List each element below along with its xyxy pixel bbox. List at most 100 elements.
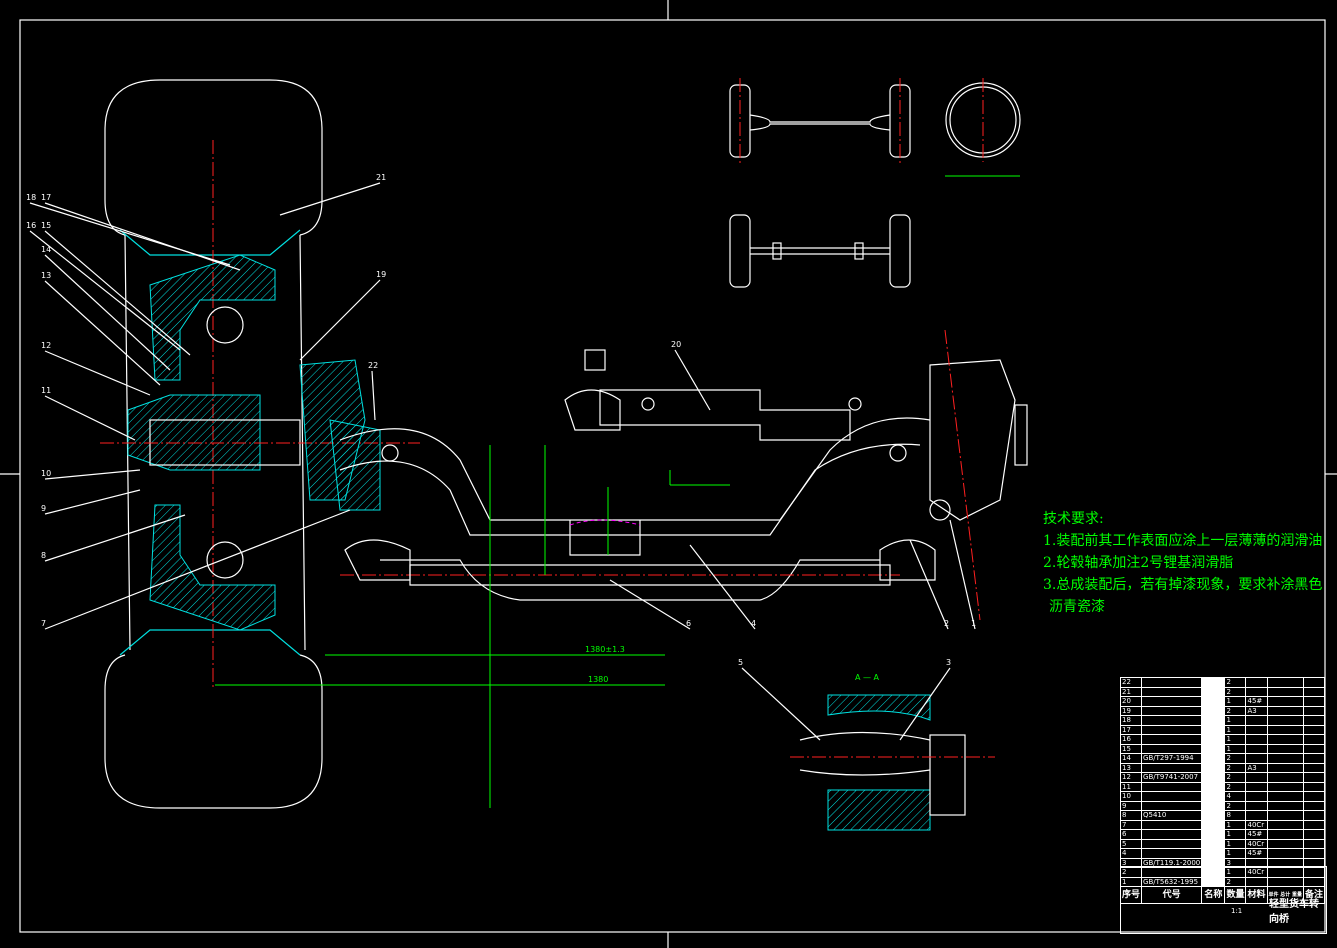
parts-list-row: 22 2 (1119, 677, 1326, 688)
cell-no: 14 (1119, 753, 1143, 764)
cell-material (1245, 686, 1268, 697)
cell-qty: 1 (1224, 724, 1247, 735)
leader-line (44, 469, 141, 480)
part-label: 12 (41, 341, 51, 350)
title-block: 轻型货车转向桥 1:1 (1120, 866, 1327, 934)
cell-material: 40Cr (1245, 838, 1268, 849)
cell-no: 22 (1119, 677, 1143, 688)
part-label: 11 (41, 386, 51, 395)
leader-line (609, 579, 691, 630)
cell-material: A3 (1245, 705, 1268, 716)
cell-code (1141, 829, 1203, 840)
cell-code (1141, 781, 1203, 792)
part-label: 5 (738, 658, 743, 667)
dimension-lines (215, 445, 730, 808)
cell-qty: 2 (1224, 781, 1247, 792)
parts-list-row: 8 Q5410 8 (1119, 810, 1326, 821)
cell-code: Q5410 (1141, 810, 1203, 821)
part-label: 8 (41, 551, 46, 560)
part-label: 9 (41, 504, 46, 513)
part-label: 17 (41, 193, 51, 202)
parts-list-row: 6 1 45# (1119, 829, 1326, 840)
parts-list-row: 20 1 45# (1119, 696, 1326, 707)
tech-item: 1.装配前其工作表面应涂上一层薄薄的润滑油 (1043, 533, 1323, 549)
cell-no: 13 (1119, 762, 1143, 773)
cell-code (1141, 705, 1203, 716)
cell-qty: 2 (1224, 753, 1247, 764)
part-label: 19 (376, 270, 386, 279)
cell-code (1141, 762, 1203, 773)
cell-qty: 1 (1224, 848, 1247, 859)
parts-list-row: 4 1 45# (1119, 848, 1326, 859)
tech-item: 2.轮毂轴承加注2号锂基润滑脂 (1043, 555, 1234, 571)
cell-material (1245, 781, 1268, 792)
part-label: 22 (368, 361, 378, 370)
cell-code (1141, 724, 1203, 735)
cell-code (1141, 734, 1203, 745)
cell-material: 45# (1245, 696, 1268, 707)
cell-material (1245, 800, 1268, 811)
cell-material (1245, 753, 1268, 764)
cell-no: 20 (1119, 696, 1143, 707)
scale: 1:1 (1231, 907, 1243, 915)
parts-list-row: 13 2 A3 (1119, 762, 1326, 773)
leader-line (44, 350, 151, 396)
part-label: 2 (944, 619, 949, 628)
tech-item: 3.总成装配后，若有掉漆现象，要求补涂黑色 (1043, 577, 1323, 593)
leader-line (674, 349, 711, 411)
leader-line (44, 202, 241, 271)
cell-qty: 1 (1224, 743, 1247, 754)
parts-list-row: 11 2 (1119, 781, 1326, 792)
parts-list-row: 14 GB/T297-1994 2 (1119, 753, 1326, 764)
cell-qty: 1 (1224, 838, 1247, 849)
technical-requirements: 技术要求: 1.装配前其工作表面应涂上一层薄薄的润滑油 2.轮毂轴承加注2号锂基… (1043, 508, 1322, 618)
cell-no: 12 (1119, 772, 1143, 783)
leader-line (689, 544, 756, 630)
part-label: 21 (376, 173, 386, 182)
cell-no: 5 (1119, 838, 1143, 849)
cell-no: 8 (1119, 810, 1143, 821)
cell-no: 9 (1119, 800, 1143, 811)
cell-no: 17 (1119, 724, 1143, 735)
cell-code (1141, 715, 1203, 726)
cell-no: 7 (1119, 819, 1143, 830)
leader-line (299, 279, 381, 361)
leader-line (44, 280, 161, 386)
cell-no: 10 (1119, 791, 1143, 802)
part-label: 15 (41, 221, 51, 230)
section-label: A — A (855, 673, 880, 682)
cell-code (1141, 686, 1203, 697)
cell-code (1141, 819, 1203, 830)
cell-code (1141, 848, 1203, 859)
parts-list-row: 17 1 (1119, 724, 1326, 735)
parts-list-row: 16 1 (1119, 734, 1326, 745)
cell-qty: 1 (1224, 829, 1247, 840)
cell-no: 18 (1119, 715, 1143, 726)
cell-qty: 1 (1224, 819, 1247, 830)
part-label: 7 (41, 619, 46, 628)
cell-code (1141, 743, 1203, 754)
cell-qty: 4 (1224, 791, 1247, 802)
cell-qty: 2 (1224, 705, 1247, 716)
cell-code (1141, 838, 1203, 849)
leader-line (44, 489, 141, 515)
axle-beam (339, 417, 951, 601)
cell-no: 11 (1119, 781, 1143, 792)
cell-code (1141, 677, 1203, 688)
cell-no: 19 (1119, 705, 1143, 716)
parts-list-row: 19 2 A3 (1119, 705, 1326, 716)
cell-code (1141, 800, 1203, 811)
cell-qty: 8 (1224, 810, 1247, 821)
dimension-2: 1380 (588, 675, 608, 684)
parts-list-row: 10 4 (1119, 791, 1326, 802)
cell-code (1141, 696, 1203, 707)
leader-line (909, 539, 949, 630)
cell-material (1245, 810, 1268, 821)
parts-list-row: 7 1 40Cr (1119, 819, 1326, 830)
cell-material (1245, 724, 1268, 735)
parts-list-row: 92 (1119, 800, 1326, 811)
drawing-title: 轻型货车转向桥 (1269, 899, 1319, 925)
cell-qty: 2 (1224, 800, 1247, 811)
cell-qty: 2 (1224, 686, 1247, 697)
cell-qty: 2 (1224, 677, 1247, 688)
